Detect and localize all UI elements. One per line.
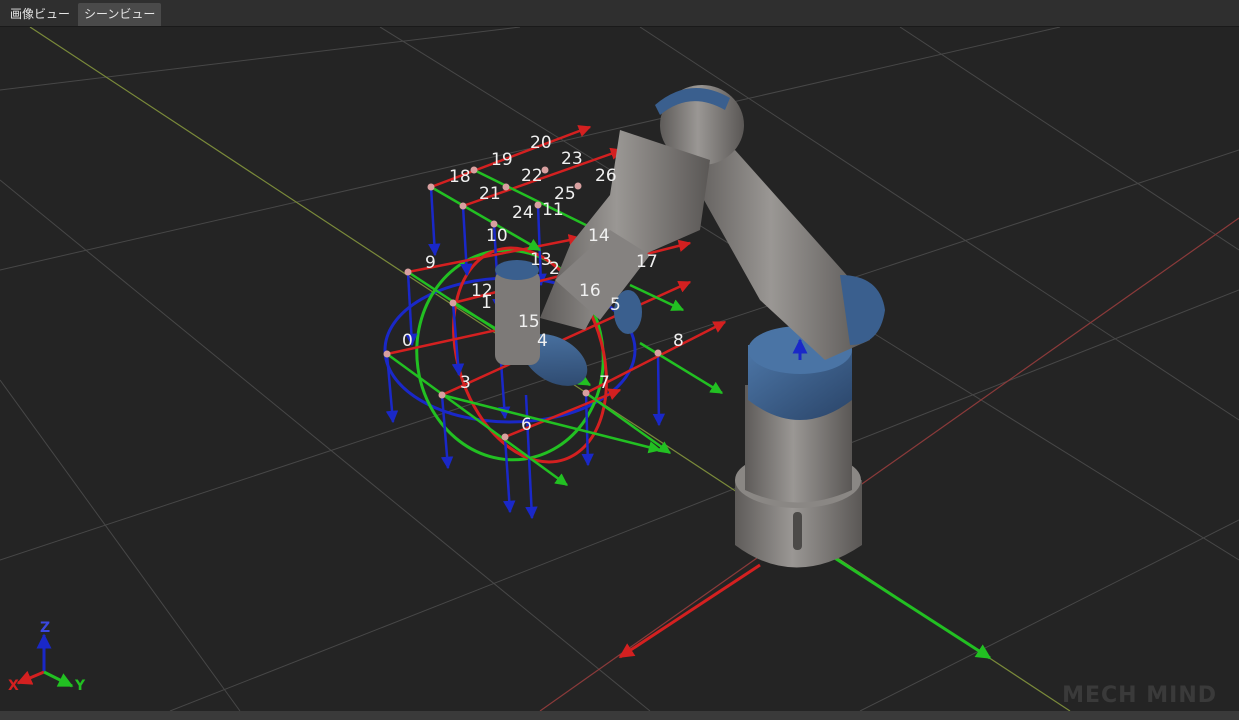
- point-label: 20: [530, 133, 552, 153]
- point-label: 3: [460, 373, 471, 393]
- point-label: 7: [599, 373, 610, 393]
- point-label: 6: [521, 415, 532, 435]
- scene-canvas[interactable]: 0 1 2 3 4 5 6 7 8 9 10 11 12 13 14 15 16…: [0, 27, 1239, 711]
- point-label: 16: [579, 281, 601, 301]
- world-y-arrow: [829, 553, 992, 660]
- point-label: 12: [471, 281, 493, 301]
- point-label: 25: [554, 184, 576, 204]
- axis-indicator-y-label: Y: [74, 678, 86, 694]
- point-label: 24: [512, 203, 534, 223]
- point-label: 14: [588, 226, 610, 246]
- point-label: 18: [449, 167, 471, 187]
- point-label: 9: [425, 253, 436, 273]
- point-label: 13: [530, 250, 552, 270]
- point-label: 23: [561, 149, 583, 169]
- axis-indicator-z-label: Z: [40, 620, 50, 636]
- scene-viewport[interactable]: 0 1 2 3 4 5 6 7 8 9 10 11 12 13 14 15 16…: [0, 27, 1239, 711]
- tab-scene-view[interactable]: シーンビュー: [78, 3, 162, 26]
- world-x-arrow: [618, 563, 761, 659]
- view-tab-bar: 画像ビュー シーンビュー: [0, 0, 1239, 27]
- point-label: 21: [479, 184, 501, 204]
- bottom-status-strip: [0, 711, 1239, 720]
- point-label: 17: [636, 252, 658, 272]
- point-label: 15: [518, 312, 540, 332]
- point-label: 19: [491, 150, 513, 170]
- axis-indicator-x-label: X: [8, 678, 19, 694]
- point-label: 10: [486, 226, 508, 246]
- point-label: 5: [610, 295, 621, 315]
- axis-indicator: Z X Y: [8, 620, 86, 694]
- point-label: 0: [402, 331, 413, 351]
- tab-image-view[interactable]: 画像ビュー: [4, 3, 76, 26]
- point-label: 26: [595, 166, 617, 186]
- watermark-logo: MECH MIND: [1062, 683, 1217, 708]
- point-label: 8: [673, 331, 684, 351]
- robot-arm[interactable]: [495, 85, 885, 568]
- point-label: 4: [537, 331, 548, 351]
- point-label: 22: [521, 166, 543, 186]
